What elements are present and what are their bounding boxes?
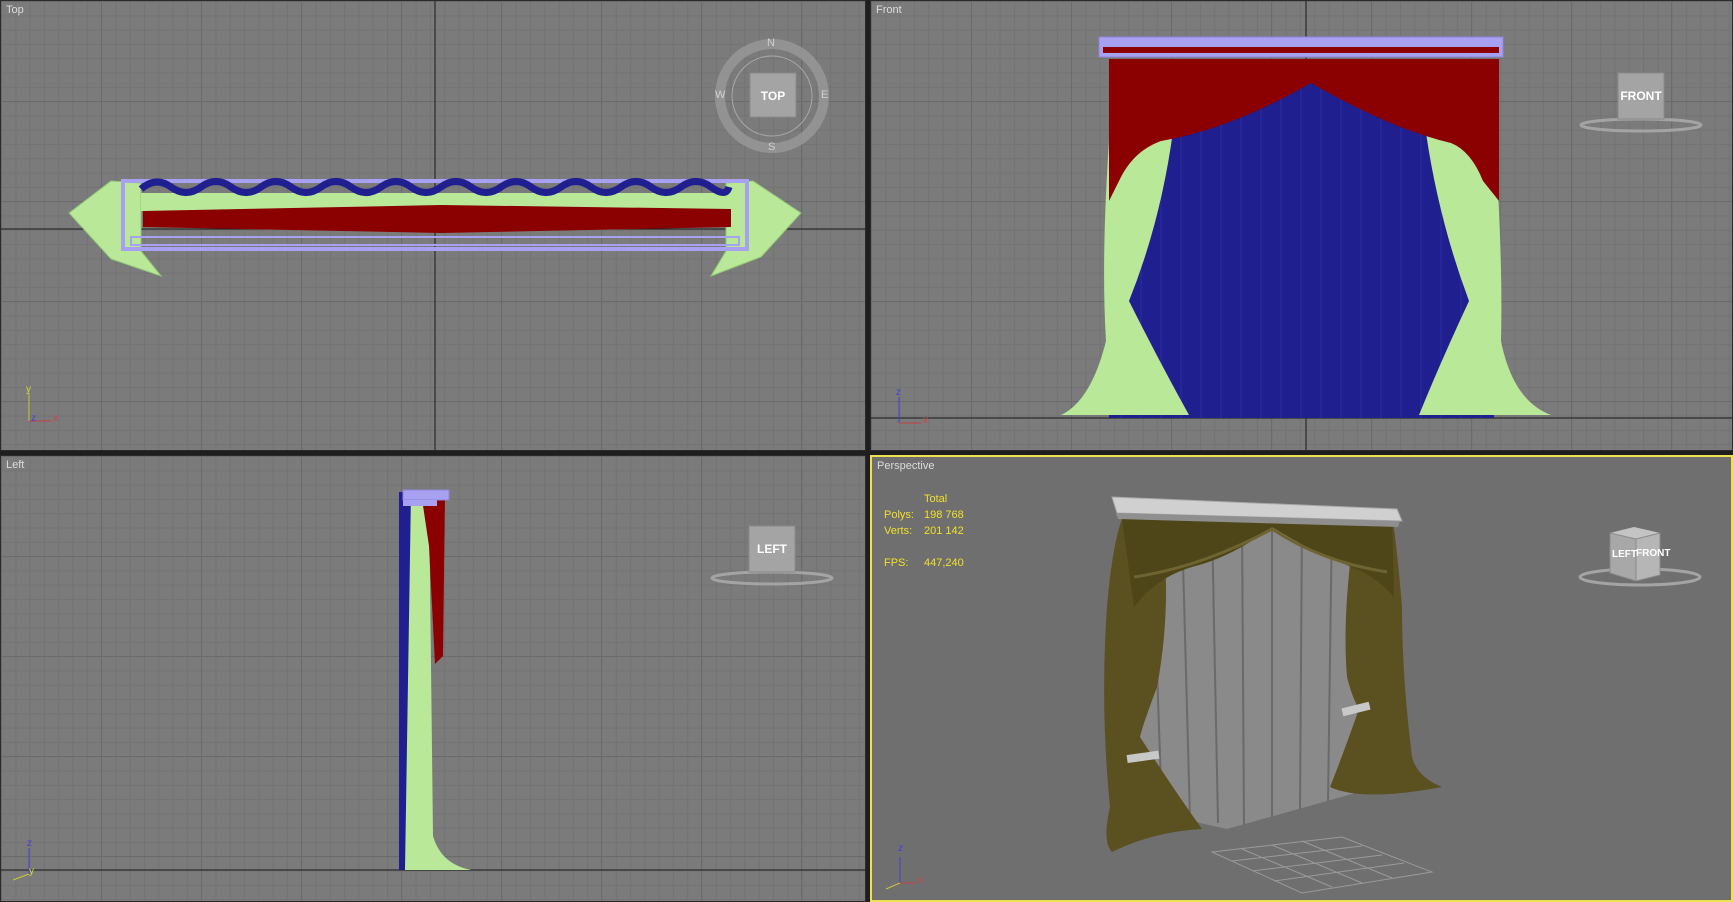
axis-label-z-front: z (896, 387, 901, 398)
compass-n: N (767, 37, 775, 49)
viewport-perspective[interactable]: Perspective Total Polys: 198 768 Verts: 20… (870, 455, 1733, 902)
compass-s: S (768, 141, 776, 153)
stats-verts-label: Verts: (884, 525, 913, 537)
compass-e: E (821, 89, 829, 101)
axis-tripod-perspective (885, 857, 916, 890)
compass-w: W (715, 89, 726, 101)
axis-label-y: y (26, 384, 31, 395)
top-scene (1, 1, 865, 450)
axis-label-z: z (31, 413, 36, 424)
axis-label-y-left: y (29, 866, 34, 877)
cornice-left (402, 489, 450, 501)
viewcube-perspective-left[interactable]: LEFT (1612, 549, 1637, 560)
stats-polys-label: Polys: (884, 509, 914, 521)
stats-polys-value: 198 768 (924, 509, 964, 521)
viewport-label-top[interactable]: Top (6, 4, 24, 16)
viewport-top[interactable]: Top y x z TOP N S W E (0, 0, 866, 451)
viewport-label-perspective[interactable]: Perspective (877, 460, 934, 472)
axis-label-x-front: x (923, 415, 928, 426)
stats-verts-value: 201 142 (924, 525, 964, 537)
left-scene (1, 489, 865, 881)
axis-tripod-front (898, 397, 921, 424)
axis-label-z-left: z (27, 838, 32, 849)
axis-label-z-persp: z (898, 843, 903, 854)
viewport-left[interactable]: Left LEFT z y (0, 455, 866, 902)
stats-fps-value: 447,240 (924, 557, 964, 569)
floor-grid (1210, 836, 1434, 894)
axis-label-x-persp: x (918, 875, 923, 886)
front-scene (871, 1, 1732, 450)
viewcube-front-label[interactable]: FRONT (1617, 89, 1665, 103)
viewcube-top[interactable]: TOP (753, 89, 793, 103)
axis-label-x: x (53, 413, 58, 424)
viewport-label-front[interactable]: Front (876, 4, 902, 16)
viewport-layout: Top y x z TOP N S W E Front FRONT z x Le… (0, 0, 1733, 902)
viewcube-left-label[interactable]: LEFT (749, 542, 795, 556)
stats-header: Total (924, 493, 948, 505)
viewport-label-left[interactable]: Left (6, 459, 24, 471)
perspective-scene (885, 496, 1702, 894)
viewcube-perspective-front[interactable]: FRONT (1636, 548, 1670, 559)
stats-overlay: Total Polys: 198 768 Verts: 201 142 FPS: 44… (884, 491, 964, 571)
viewport-front[interactable]: Front FRONT z x (870, 0, 1733, 451)
stats-fps-label: FPS: (884, 557, 909, 569)
axis-tripod-left (12, 848, 30, 881)
